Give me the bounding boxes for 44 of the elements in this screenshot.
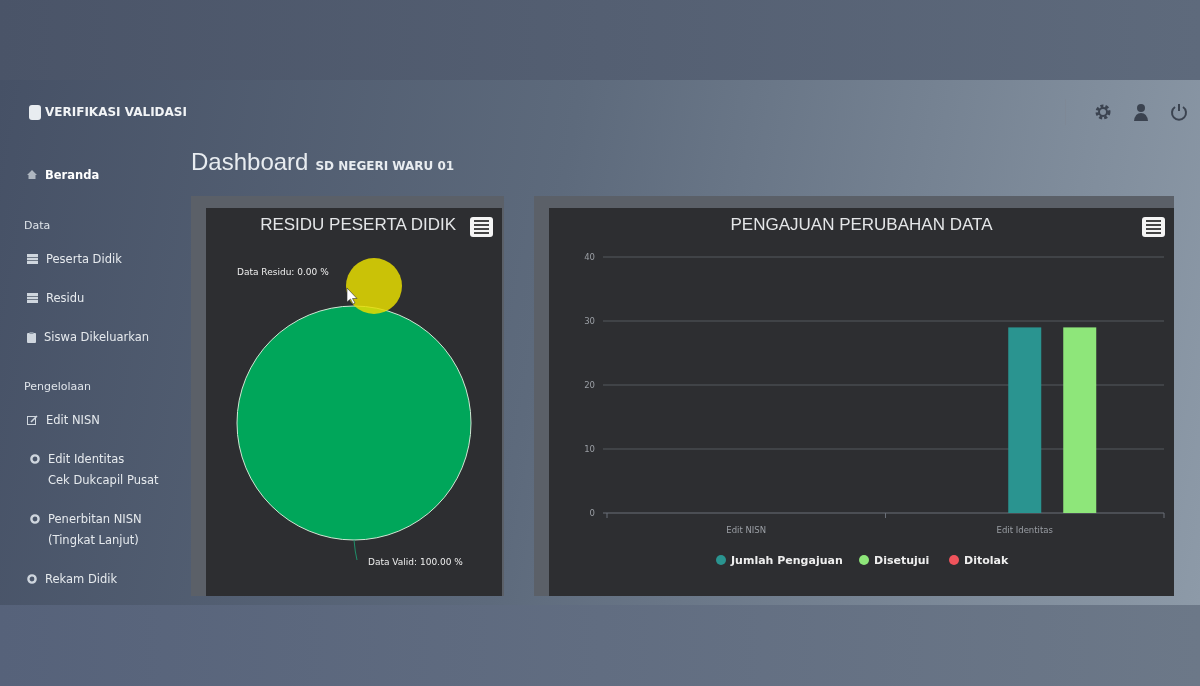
- sidebar-item[interactable]: Residu: [24, 288, 191, 327]
- axis-tick-label: 0: [589, 508, 595, 518]
- table-icon: [27, 254, 38, 264]
- settings-icon[interactable]: [1094, 103, 1112, 121]
- chart-title: PENGAJUAN PERUBAHAN DATA: [729, 215, 994, 235]
- axis-tick-label: 10: [584, 444, 595, 454]
- menu-button[interactable]: [470, 217, 493, 237]
- data-label: Data Valid: 100.00 %: [368, 557, 463, 567]
- sidebar-item[interactable]: Siswa Dikeluarkan: [24, 327, 191, 366]
- axis-category-label: Edit Identitas: [996, 525, 1053, 535]
- database-icon: [29, 104, 41, 120]
- sidebar-item[interactable]: Rekam Didik: [24, 569, 191, 605]
- sidebar-item[interactable]: Peserta Didik: [24, 249, 191, 288]
- legend-label[interactable]: Disetujui: [874, 554, 930, 567]
- cursor-highlight: [346, 258, 402, 314]
- user-icon[interactable]: [1132, 103, 1150, 121]
- section-heading: Pengelolaan: [24, 379, 93, 395]
- home-icon: [27, 170, 37, 179]
- sidebar-item[interactable]: Edit NISN: [24, 410, 191, 449]
- axis-tick-label: 40: [584, 252, 595, 262]
- legend-label[interactable]: Ditolak: [964, 554, 1009, 567]
- gear-icon: [30, 514, 40, 524]
- chart-title: RESIDU PESERTA DIDIK: [260, 215, 456, 235]
- clipboard-icon: [27, 332, 36, 343]
- menu-button[interactable]: [1142, 217, 1165, 237]
- leader-line: [353, 539, 358, 561]
- section-heading: Data: [24, 218, 52, 234]
- cursor-icon: [346, 287, 358, 305]
- app-title: VERIFIKASI VALIDASI: [45, 105, 187, 119]
- school-name: SD NEGERI WARU 01: [315, 159, 455, 173]
- page-title: Dashboard: [191, 148, 309, 176]
- axis-tick-label: 30: [584, 316, 595, 326]
- sidebar-item[interactable]: Penerbitan NISN (Tingkat Lanjut): [24, 509, 191, 569]
- edit-icon: [27, 415, 38, 425]
- data-label: Data Residu: 0.00 %: [237, 267, 329, 277]
- table-icon: [27, 293, 38, 303]
- power-icon[interactable]: [1170, 103, 1188, 121]
- axis-category-label: Edit NISN: [726, 525, 767, 535]
- axis-tick-label: 20: [584, 380, 595, 390]
- gear-icon: [30, 454, 40, 464]
- legend-label[interactable]: Jumlah Pengajuan: [731, 554, 843, 567]
- gear-icon: [27, 574, 37, 584]
- sidebar-item[interactable]: Edit Identitas Cek Dukcapil Pusat: [24, 449, 191, 509]
- sidebar-item[interactable]: Beranda: [24, 165, 191, 205]
